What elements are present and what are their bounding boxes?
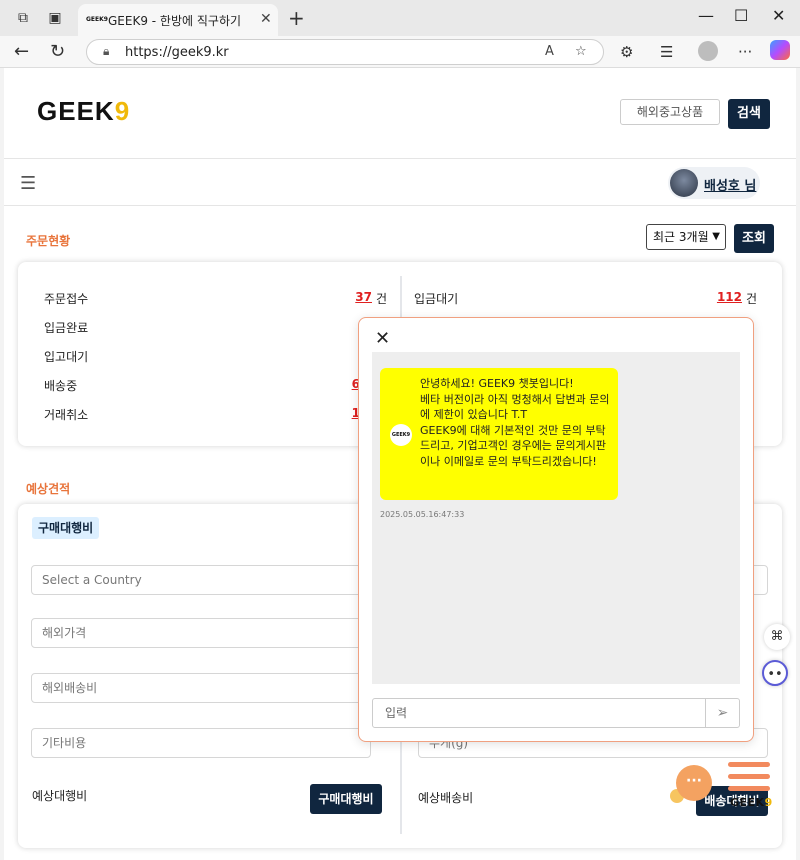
favorite-icon[interactable]: ☆ [575, 44, 587, 59]
period-select[interactable]: 최근 3개월 ▼ [646, 224, 726, 250]
lock-icon[interactable]: 🔒︎ [103, 44, 109, 59]
message-timestamp: 2025.05.05.16:47:33 [380, 510, 465, 519]
search-button[interactable]: 검색 [728, 99, 770, 129]
window-close-icon[interactable]: ✕ [772, 6, 785, 25]
status-label: 배송중 [44, 379, 78, 393]
status-label: 주문접수 [44, 292, 89, 306]
geek9-mini-nine: 9 [764, 796, 773, 809]
bot-message: GEEK9 안녕하세요! GEEK9 챗봇입니다! 베타 버전이라 아직 멍청해… [380, 368, 618, 500]
chat-fab-button[interactable]: ··· [676, 765, 712, 801]
purchase-fee-button[interactable]: 구매대행비 [310, 784, 382, 814]
browser-tab[interactable]: GEEK9 GEEK9 - 한방에 직구하기 ✕ [78, 4, 278, 36]
status-label: 입금완료 [44, 321, 89, 335]
favorites-bar-icon[interactable]: ☰ [660, 43, 673, 61]
url-text[interactable]: https://geek9.kr [125, 45, 229, 60]
status-count[interactable]: 112 [712, 290, 742, 304]
other-cost-input[interactable]: 기타비용 [31, 728, 371, 758]
send-icon[interactable]: ➢ [705, 698, 740, 728]
chat-messages: GEEK9 안녕하세요! GEEK9 챗봇입니다! 베타 버전이라 아직 멍청해… [372, 352, 740, 684]
purchase-fee-badge: 구매대행비 [32, 517, 100, 539]
menu-icon[interactable]: ☰ [20, 173, 36, 194]
minimize-icon[interactable]: — [698, 6, 714, 25]
maximize-icon[interactable]: ☐ [734, 6, 748, 25]
status-count[interactable]: 37 [338, 290, 372, 304]
status-label: 입금대기 [414, 292, 459, 306]
query-button[interactable]: 조회 [734, 224, 774, 253]
more-icon[interactable]: ··· [738, 43, 752, 61]
geek9-mini-logo: GEEK9 [730, 796, 773, 809]
bot-message-text: 안녕하세요! GEEK9 챗봇입니다! 베타 버전이라 아직 멍청해서 답변과 … [420, 377, 610, 468]
foreign-shipping-input[interactable]: 해외배송비 [31, 673, 371, 703]
chevron-down-icon: ▼ [712, 231, 720, 242]
workspaces-icon[interactable]: ⧉ [14, 9, 32, 27]
extensions-icon[interactable]: ⚙ [620, 43, 633, 61]
period-value: 최근 3개월 [653, 230, 709, 244]
refresh-icon[interactable]: ↻ [50, 41, 65, 62]
chatbot-dialog: ✕ GEEK9 안녕하세요! GEEK9 챗봇입니다! 베타 버전이라 아직 멍… [358, 317, 754, 742]
estimated-fee-label: 예상대행비 [32, 789, 88, 803]
copilot-icon[interactable] [770, 40, 790, 60]
estimated-shipping-label: 예상배송비 [418, 791, 474, 805]
user-name[interactable]: 배성호 님 [704, 175, 756, 194]
status-unit: 건 [376, 292, 388, 306]
logo-text: GEEK [37, 96, 115, 126]
close-icon[interactable]: ✕ [260, 11, 272, 27]
geek9-favicon-icon: GEEK9 [86, 16, 108, 23]
status-label: 입고대기 [44, 350, 89, 364]
status-count[interactable]: 1 [338, 406, 360, 420]
geek9-mini-text: GEEK [730, 796, 765, 809]
nav-strip: ☰ 배성호 님 [4, 158, 796, 206]
assistant-icon[interactable]: •• [762, 660, 788, 686]
browser-tab-bar: ⧉ ▣ GEEK9 GEEK9 - 한방에 직구하기 ✕ + — ☐ ✕ [0, 0, 800, 36]
status-label: 거래취소 [44, 408, 89, 422]
site-logo[interactable]: GEEK9 [37, 96, 130, 127]
tab-actions-icon[interactable]: ▣ [46, 9, 64, 27]
apps-icon[interactable]: ⌘ [764, 624, 790, 650]
user-menu[interactable]: 배성호 님 [668, 167, 760, 199]
status-count[interactable]: 6 [338, 377, 360, 391]
country-select[interactable]: Select a Country [31, 565, 371, 595]
chat-input[interactable]: 입력 [372, 698, 706, 728]
back-icon[interactable]: ← [14, 41, 29, 62]
profile-icon[interactable] [698, 41, 718, 61]
used-goods-button[interactable]: 해외중고상품 [620, 99, 720, 125]
estimate-title: 예상견적 [26, 482, 71, 496]
address-bar: ← ↻ 🔒︎ https://geek9.kr A ☆ ⚙ ☰ ··· [0, 36, 800, 68]
plus-icon[interactable]: + [288, 6, 305, 30]
avatar [670, 169, 698, 197]
close-icon[interactable]: ✕ [375, 328, 390, 349]
url-field[interactable]: 🔒︎ https://geek9.kr A ☆ [86, 39, 604, 65]
logo-nine: 9 [114, 96, 131, 126]
read-aloud-icon[interactable]: A [545, 44, 554, 59]
orders-title: 주문현황 [26, 234, 71, 248]
menu-fab-icon[interactable] [728, 762, 770, 800]
status-unit: 건 [746, 292, 758, 306]
tab-title: GEEK9 - 한방에 직구하기 [108, 14, 242, 28]
bot-avatar: GEEK9 [390, 424, 412, 446]
foreign-price-input[interactable]: 해외가격 [31, 618, 371, 648]
